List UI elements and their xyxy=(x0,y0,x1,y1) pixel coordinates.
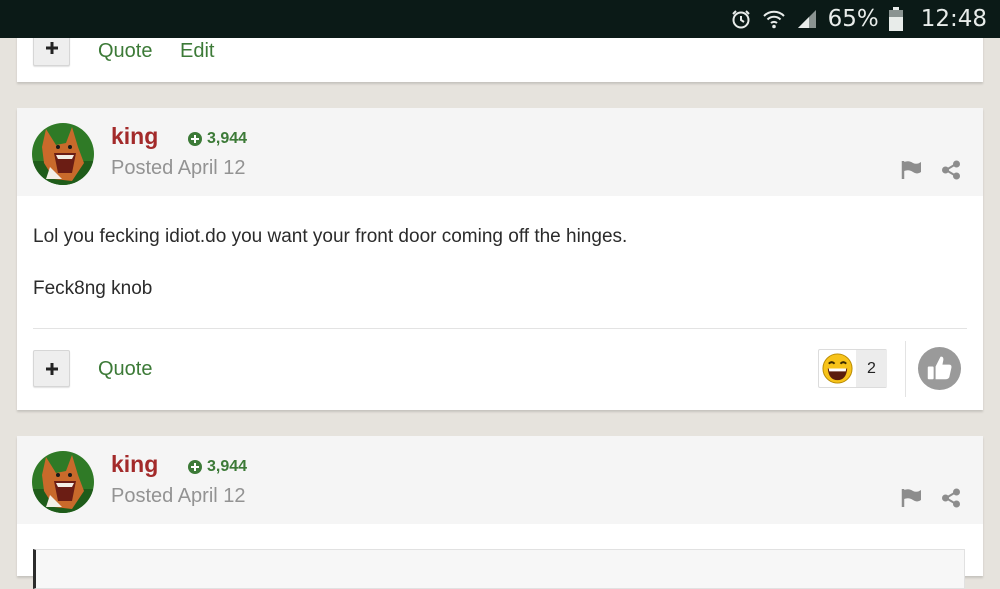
battery-percentage: 65% xyxy=(827,6,879,32)
alarm-icon xyxy=(731,10,750,29)
plus-circle-icon xyxy=(188,460,202,474)
plus-icon xyxy=(45,362,58,375)
avatar[interactable] xyxy=(32,123,94,185)
share-icon[interactable] xyxy=(941,488,961,508)
edit-button[interactable]: Edit xyxy=(180,40,214,63)
reputation-badge: 3,944 xyxy=(187,458,247,476)
share-icon[interactable] xyxy=(941,160,961,180)
status-bar: 65% 12:48 xyxy=(0,0,1000,38)
clock: 12:48 xyxy=(920,6,987,32)
fox-avatar-image xyxy=(32,123,94,185)
flag-icon[interactable] xyxy=(901,160,923,180)
plus-icon xyxy=(45,41,58,54)
post: king 3,944 Posted April 12 xyxy=(17,436,983,589)
quote-button[interactable]: Quote xyxy=(98,358,152,381)
laughing-emoji-icon xyxy=(822,353,853,384)
post-date[interactable]: Posted April 12 xyxy=(111,157,246,180)
reaction-count: 2 xyxy=(856,350,887,387)
thumbs-up-icon[interactable] xyxy=(917,346,962,391)
fox-avatar-image xyxy=(32,451,94,513)
divider xyxy=(905,341,906,397)
reputation-count: 3,944 xyxy=(207,458,248,475)
quote-block xyxy=(33,549,965,589)
author-name[interactable]: king xyxy=(111,451,158,478)
flag-icon[interactable] xyxy=(901,488,923,508)
post-header: king 3,944 Posted April 12 xyxy=(17,108,983,196)
quote-button[interactable]: Quote xyxy=(98,40,152,63)
author-name[interactable]: king xyxy=(111,123,158,150)
post: king 3,944 Posted April 12 Lol you fecki… xyxy=(17,108,983,410)
wifi-icon xyxy=(762,10,785,29)
post-header: king 3,944 Posted April 12 xyxy=(17,436,983,524)
post-date[interactable]: Posted April 12 xyxy=(111,485,246,508)
reputation-count: 3,944 xyxy=(207,130,248,147)
signal-icon xyxy=(797,10,816,28)
plus-circle-icon xyxy=(188,132,202,146)
battery-icon xyxy=(888,7,903,31)
post-paragraph: Lol you fecking idiot.do you want your f… xyxy=(33,226,628,247)
avatar[interactable] xyxy=(32,451,94,513)
divider xyxy=(33,328,967,329)
multiquote-button[interactable] xyxy=(33,350,70,387)
reputation-badge: 3,944 xyxy=(187,130,247,148)
post-paragraph: Feck8ng knob xyxy=(33,278,153,299)
reaction-summary[interactable]: 2 xyxy=(818,349,887,388)
